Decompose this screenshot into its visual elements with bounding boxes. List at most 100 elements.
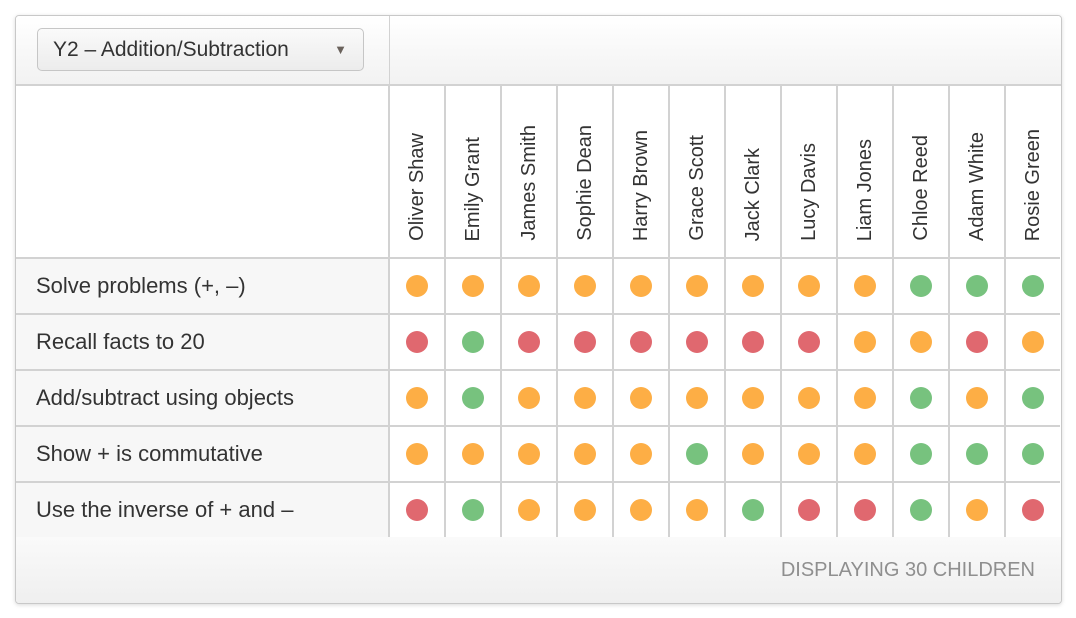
status-cell[interactable]	[444, 257, 502, 315]
status-cell[interactable]	[1004, 481, 1060, 539]
status-dot-O[interactable]	[406, 275, 428, 297]
student-column-header[interactable]: Oliver Shaw	[388, 84, 446, 259]
student-column-header[interactable]: Jack Clark	[724, 84, 782, 259]
status-dot-O[interactable]	[798, 275, 820, 297]
status-dot-O[interactable]	[518, 387, 540, 409]
status-dot-G[interactable]	[966, 443, 988, 465]
status-dot-R[interactable]	[798, 331, 820, 353]
student-column-header[interactable]: Grace Scott	[668, 84, 726, 259]
status-dot-O[interactable]	[742, 443, 764, 465]
status-dot-O[interactable]	[854, 387, 876, 409]
status-cell[interactable]	[948, 257, 1006, 315]
status-cell[interactable]	[388, 481, 446, 539]
status-dot-O[interactable]	[854, 275, 876, 297]
status-cell[interactable]	[556, 425, 614, 483]
status-dot-G[interactable]	[1022, 443, 1044, 465]
status-cell[interactable]	[724, 313, 782, 371]
status-dot-O[interactable]	[574, 499, 596, 521]
status-dot-O[interactable]	[574, 443, 596, 465]
status-cell[interactable]	[892, 257, 950, 315]
status-cell[interactable]	[612, 425, 670, 483]
status-cell[interactable]	[444, 313, 502, 371]
status-dot-O[interactable]	[1022, 331, 1044, 353]
status-cell[interactable]	[1004, 257, 1060, 315]
status-dot-G[interactable]	[1022, 275, 1044, 297]
status-dot-R[interactable]	[630, 331, 652, 353]
status-dot-O[interactable]	[630, 387, 652, 409]
assessment-select[interactable]: Y2 – Addition/Subtraction ▼	[37, 28, 364, 71]
status-cell[interactable]	[1004, 369, 1060, 427]
status-cell[interactable]	[500, 313, 558, 371]
status-cell[interactable]	[1004, 425, 1060, 483]
status-cell[interactable]	[500, 257, 558, 315]
status-dot-O[interactable]	[854, 443, 876, 465]
status-dot-G[interactable]	[910, 499, 932, 521]
status-dot-O[interactable]	[966, 387, 988, 409]
status-cell[interactable]	[780, 369, 838, 427]
status-cell[interactable]	[388, 369, 446, 427]
status-dot-R[interactable]	[406, 499, 428, 521]
status-cell[interactable]	[444, 369, 502, 427]
student-column-header[interactable]: Sophie Dean	[556, 84, 614, 259]
status-dot-G[interactable]	[742, 499, 764, 521]
status-cell[interactable]	[892, 481, 950, 539]
status-cell[interactable]	[556, 313, 614, 371]
status-cell[interactable]	[500, 369, 558, 427]
status-cell[interactable]	[668, 369, 726, 427]
status-cell[interactable]	[668, 425, 726, 483]
status-cell[interactable]	[444, 481, 502, 539]
status-cell[interactable]	[836, 257, 894, 315]
status-dot-R[interactable]	[742, 331, 764, 353]
status-dot-O[interactable]	[686, 387, 708, 409]
student-column-header[interactable]: James Smith	[500, 84, 558, 259]
status-cell[interactable]	[724, 425, 782, 483]
status-cell[interactable]	[948, 481, 1006, 539]
status-cell[interactable]	[724, 257, 782, 315]
status-dot-O[interactable]	[406, 443, 428, 465]
status-dot-R[interactable]	[854, 499, 876, 521]
status-dot-G[interactable]	[910, 387, 932, 409]
status-cell[interactable]	[444, 425, 502, 483]
status-cell[interactable]	[1004, 313, 1060, 371]
status-cell[interactable]	[780, 425, 838, 483]
status-cell[interactable]	[668, 257, 726, 315]
status-cell[interactable]	[724, 369, 782, 427]
status-dot-O[interactable]	[630, 499, 652, 521]
status-dot-R[interactable]	[966, 331, 988, 353]
status-dot-O[interactable]	[854, 331, 876, 353]
student-column-header[interactable]: Chloe Reed	[892, 84, 950, 259]
status-cell[interactable]	[612, 369, 670, 427]
status-cell[interactable]	[612, 257, 670, 315]
status-dot-O[interactable]	[686, 499, 708, 521]
status-dot-O[interactable]	[406, 387, 428, 409]
status-cell[interactable]	[892, 313, 950, 371]
status-cell[interactable]	[780, 313, 838, 371]
status-cell[interactable]	[836, 425, 894, 483]
status-cell[interactable]	[892, 425, 950, 483]
status-cell[interactable]	[612, 481, 670, 539]
status-cell[interactable]	[556, 257, 614, 315]
status-dot-O[interactable]	[798, 387, 820, 409]
status-dot-G[interactable]	[910, 275, 932, 297]
status-cell[interactable]	[668, 313, 726, 371]
status-dot-O[interactable]	[630, 275, 652, 297]
status-dot-R[interactable]	[574, 331, 596, 353]
status-dot-G[interactable]	[1022, 387, 1044, 409]
status-dot-G[interactable]	[462, 499, 484, 521]
status-cell[interactable]	[612, 313, 670, 371]
status-cell[interactable]	[724, 481, 782, 539]
status-cell[interactable]	[388, 425, 446, 483]
status-dot-O[interactable]	[742, 275, 764, 297]
status-cell[interactable]	[556, 369, 614, 427]
student-column-header[interactable]: Emily Grant	[444, 84, 502, 259]
status-dot-G[interactable]	[910, 443, 932, 465]
status-dot-O[interactable]	[518, 443, 540, 465]
status-dot-O[interactable]	[518, 499, 540, 521]
status-cell[interactable]	[500, 425, 558, 483]
status-dot-O[interactable]	[574, 387, 596, 409]
status-dot-R[interactable]	[798, 499, 820, 521]
student-column-header[interactable]: Liam Jones	[836, 84, 894, 259]
status-dot-O[interactable]	[518, 275, 540, 297]
status-cell[interactable]	[500, 481, 558, 539]
status-dot-R[interactable]	[518, 331, 540, 353]
